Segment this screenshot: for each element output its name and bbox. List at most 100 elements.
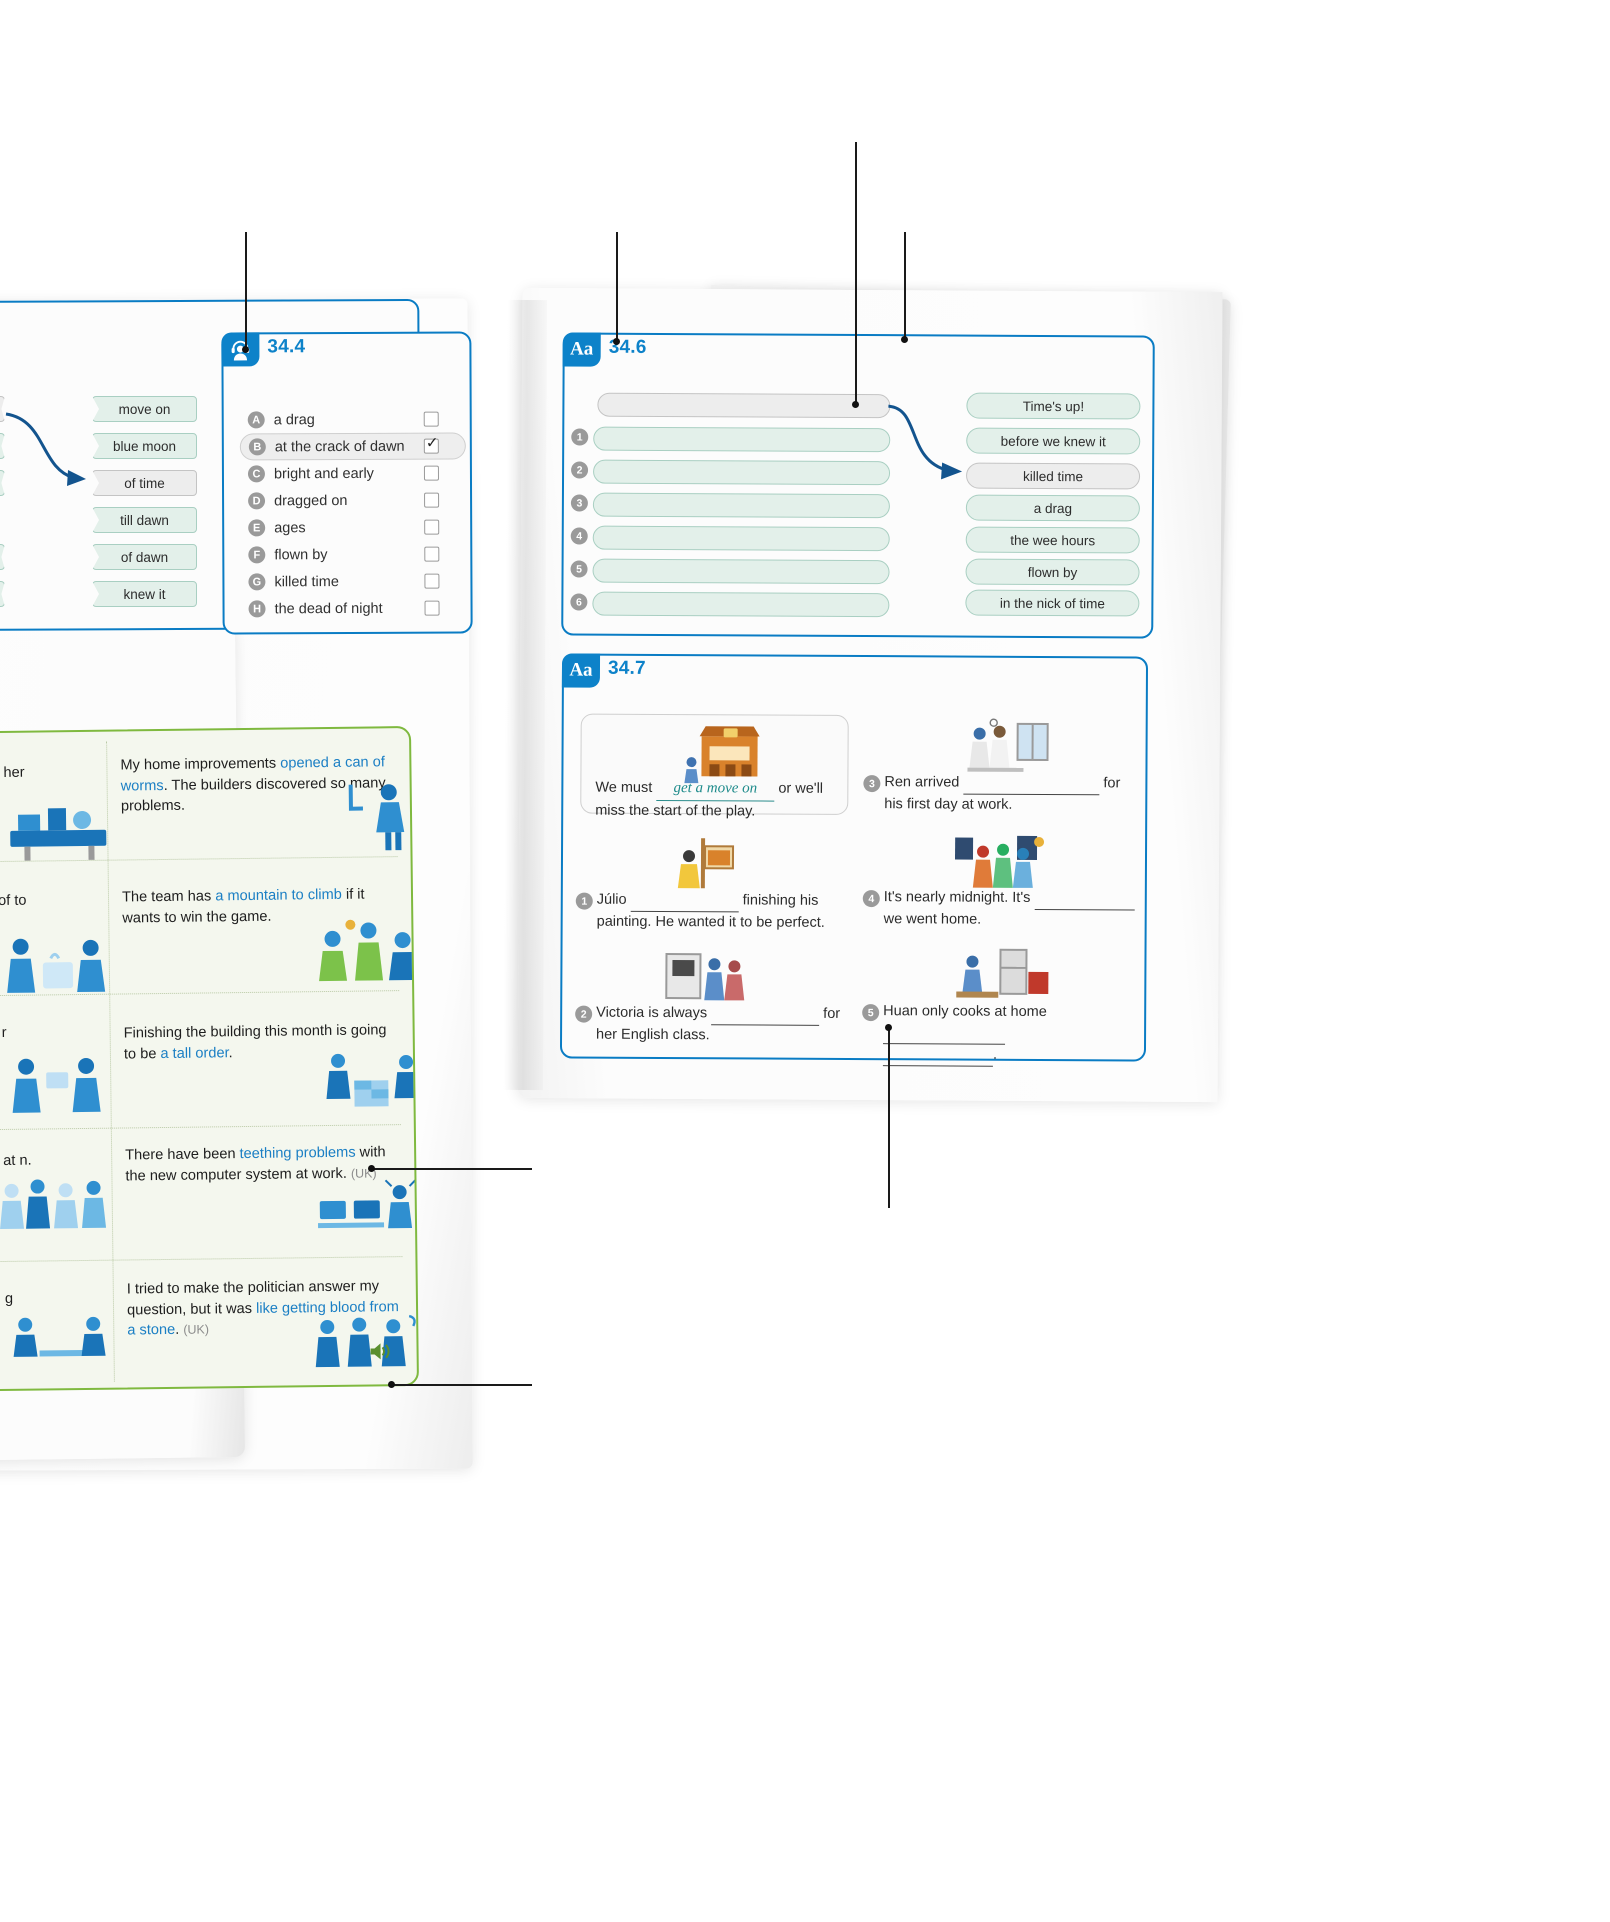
checkbox-c[interactable] bbox=[423, 465, 439, 481]
item-5-before: Huan only cooks at home bbox=[883, 1003, 1047, 1021]
option-letter-d: D bbox=[248, 492, 266, 510]
option-row-a[interactable]: A a drag bbox=[240, 406, 436, 434]
item-4-after: we went home. bbox=[883, 911, 982, 928]
checkbox-d[interactable] bbox=[424, 492, 440, 508]
idiom-row-2-highlight: a mountain to climb bbox=[215, 886, 342, 905]
tag-blue-moon[interactable]: blue moon bbox=[92, 433, 197, 459]
aa-icon: Aa bbox=[561, 653, 601, 688]
item-3-blank[interactable] bbox=[963, 772, 1100, 796]
tag-till-dawn[interactable]: till dawn bbox=[92, 507, 197, 533]
item-5-blank-b[interactable] bbox=[882, 1044, 994, 1067]
answer-number-5: 5 bbox=[570, 560, 588, 578]
word-bank-item-2-label: before we knew it bbox=[1000, 433, 1106, 449]
word-bank-item-3[interactable]: killed time bbox=[965, 462, 1141, 490]
idiom-row-5-after: . bbox=[175, 1322, 180, 1339]
tag-of-dawn[interactable]: of dawn bbox=[92, 544, 197, 570]
example-before-text: We must bbox=[595, 779, 653, 796]
theatre-stage-icon bbox=[683, 718, 775, 784]
idiom-row-1-before: My home improvements bbox=[120, 755, 281, 774]
idiom-row-3-highlight: a tall order bbox=[160, 1044, 229, 1062]
leader-dot-uk-label bbox=[368, 1165, 375, 1172]
answer-blank-3[interactable] bbox=[592, 492, 890, 519]
option-row-h[interactable]: H the dead of night bbox=[240, 595, 436, 623]
book-spread: move on blue moon of time till dawn of d… bbox=[0, 0, 1610, 1922]
speaker-icon[interactable] bbox=[368, 1341, 390, 1366]
idiom-rule-3 bbox=[0, 1124, 401, 1133]
tag-of-time[interactable]: of time bbox=[92, 470, 197, 496]
option-label-f: flown by bbox=[274, 546, 328, 563]
answer-number-3: 3 bbox=[570, 494, 588, 512]
word-bank-item-7-label: in the nick of time bbox=[999, 595, 1105, 611]
classroom-entry-icon bbox=[662, 946, 750, 1008]
tag-till-dawn-label: till dawn bbox=[120, 512, 169, 528]
leader-to-34-4-badge bbox=[245, 232, 247, 352]
word-bank-item-5[interactable]: the wee hours bbox=[965, 526, 1140, 554]
option-letter-a: A bbox=[247, 411, 265, 429]
home-kitchen-icon bbox=[954, 946, 1050, 1009]
item-4-before: It's nearly midnight. It's bbox=[883, 889, 1031, 906]
item-1-before: Júlio bbox=[596, 891, 627, 908]
item-1-blank[interactable] bbox=[630, 889, 739, 913]
office-morning-icon bbox=[963, 718, 1053, 780]
option-row-c[interactable]: C bright and early bbox=[240, 460, 436, 488]
option-row-g[interactable]: G killed time bbox=[240, 568, 436, 596]
answer-blank-2[interactable] bbox=[593, 459, 891, 486]
exercise-34-6-card: Aa 34.6 1 2 3 4 5 6 Time's up! before we… bbox=[561, 332, 1155, 639]
item-2-blank[interactable] bbox=[711, 1003, 820, 1026]
example-answer: get a move on bbox=[656, 777, 775, 802]
tag-move-on[interactable]: move on bbox=[92, 396, 197, 422]
idiom-row-4-left-suffix: at n. bbox=[3, 1152, 32, 1169]
interview-people-icon bbox=[311, 1310, 419, 1383]
checkbox-a[interactable] bbox=[423, 411, 439, 427]
option-row-e[interactable]: E ages bbox=[240, 514, 436, 542]
painter-easel-icon bbox=[673, 834, 743, 892]
word-bank-item-7[interactable]: in the nick of time bbox=[965, 589, 1140, 617]
item-3-sentence: Ren arrived for his first day at work. bbox=[884, 772, 1142, 816]
leader-to-34-7-item-5 bbox=[888, 1028, 890, 1208]
desk-meeting-icon bbox=[5, 1310, 114, 1381]
idiom-examples-panel: My home improvements opened a can of wor… bbox=[0, 725, 420, 1395]
option-label-g: killed time bbox=[274, 573, 339, 590]
option-label-b: at the crack of dawn bbox=[274, 438, 405, 455]
option-row-f[interactable]: F flown by bbox=[240, 541, 436, 569]
checkbox-g[interactable] bbox=[424, 573, 440, 589]
item-1-number: 1 bbox=[575, 892, 593, 910]
idiom-row-2-before: The team has bbox=[121, 888, 216, 906]
word-bank-item-3-label: killed time bbox=[1022, 468, 1084, 484]
crowd-people-icon bbox=[0, 1174, 112, 1247]
option-letter-f: F bbox=[248, 546, 266, 564]
checkbox-e[interactable] bbox=[424, 519, 440, 535]
answer-blank-6[interactable] bbox=[592, 591, 890, 618]
option-letter-h: H bbox=[248, 600, 266, 618]
workshop-tools-icon bbox=[4, 792, 115, 863]
item-5-sentence: Huan only cooks at home . bbox=[882, 1001, 1141, 1067]
word-bank-item-6[interactable]: flown by bbox=[965, 558, 1140, 586]
leader-to-34-6-badge bbox=[616, 232, 618, 344]
word-bank-item-4[interactable]: a drag bbox=[965, 494, 1140, 522]
answer-number-2: 2 bbox=[571, 461, 589, 479]
option-row-d[interactable]: D dragged on bbox=[240, 487, 436, 515]
answer-blank-5[interactable] bbox=[592, 558, 890, 585]
word-bank-item-2[interactable]: before we knew it bbox=[966, 427, 1141, 455]
leader-to-34-6-example-blank bbox=[855, 142, 857, 404]
office-computers-icon bbox=[313, 1178, 419, 1253]
item-4-blank[interactable] bbox=[1034, 887, 1135, 911]
item-5-number: 5 bbox=[862, 1004, 880, 1022]
item-5-blank-a[interactable] bbox=[883, 1022, 1006, 1045]
example-blank-34-6[interactable] bbox=[597, 392, 891, 419]
answer-blank-4[interactable] bbox=[592, 525, 890, 552]
bricklayers-icon bbox=[320, 1046, 419, 1119]
tag-blue-moon-label: blue moon bbox=[112, 438, 177, 454]
idiom-row-4-highlight: teething problems bbox=[239, 1144, 356, 1163]
item-1-sentence: Júlio finishing his painting. He wanted … bbox=[596, 889, 847, 934]
word-bank-item-1[interactable]: Time's up! bbox=[966, 392, 1141, 420]
answer-blank-1[interactable] bbox=[593, 426, 891, 453]
option-label-a: a drag bbox=[273, 411, 315, 428]
tag-move-on-label: move on bbox=[118, 401, 171, 417]
checkbox-f[interactable] bbox=[424, 546, 440, 562]
tag-knew-it[interactable]: knew it bbox=[92, 581, 197, 607]
checkbox-h[interactable] bbox=[424, 600, 440, 616]
item-2-before: Victoria is always bbox=[596, 1004, 708, 1022]
option-letter-g: G bbox=[248, 573, 266, 591]
checkbox-b[interactable] bbox=[423, 438, 439, 454]
